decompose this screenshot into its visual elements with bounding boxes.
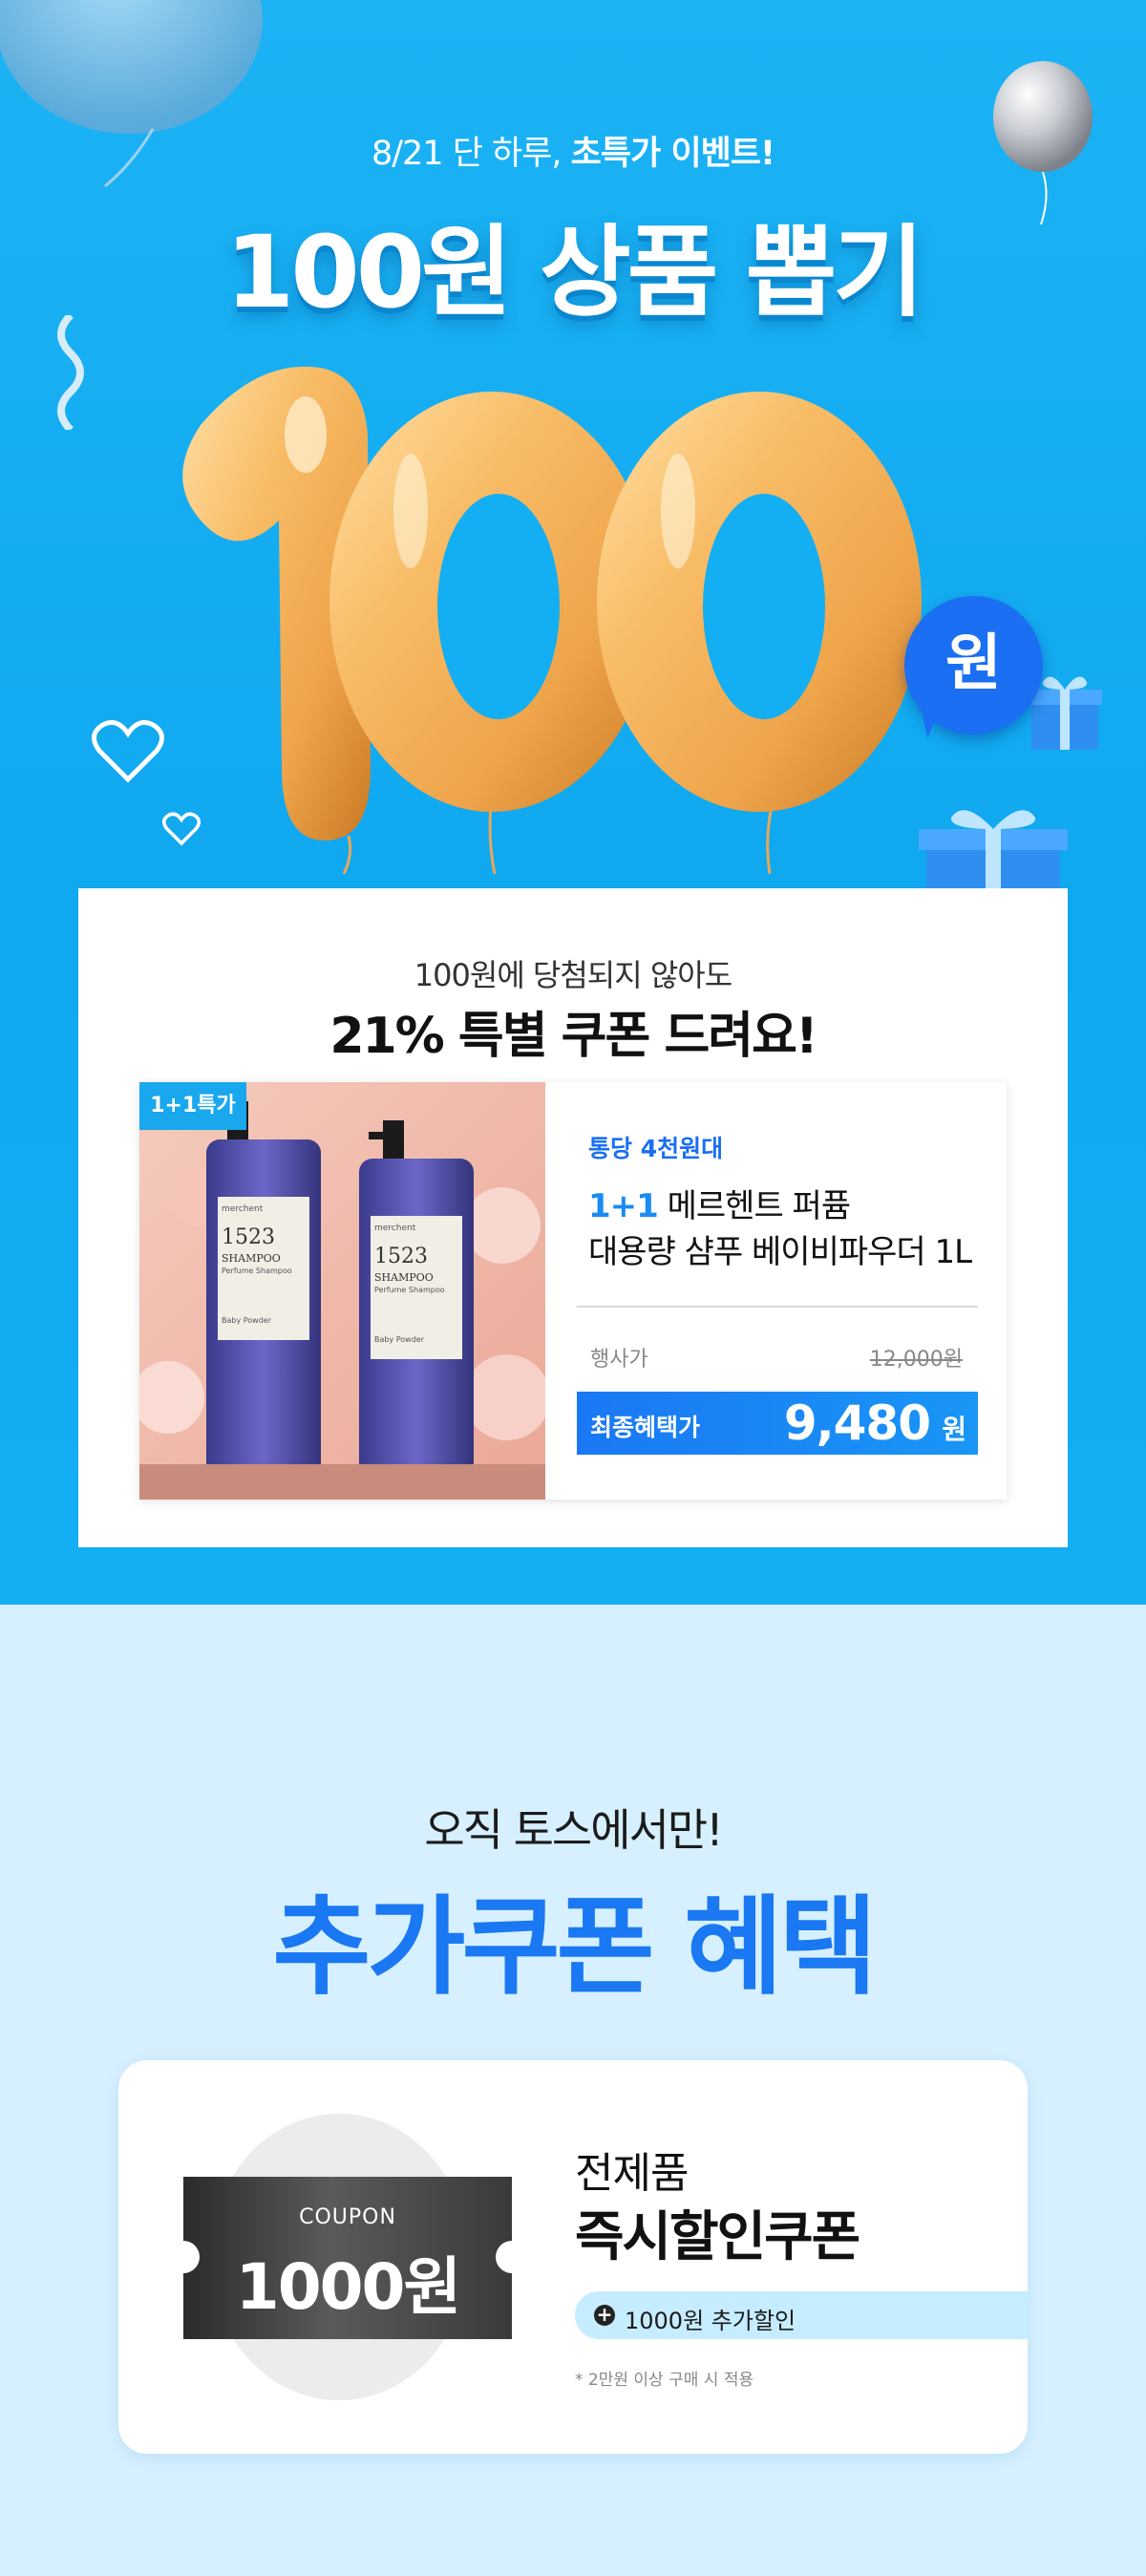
final-price-unit: 원 (942, 1414, 966, 1445)
coupon-label: COUPON (299, 2205, 396, 2229)
product-category: 통당 4천원대 (588, 1135, 724, 1162)
promo-tag: 1+1특가 (139, 1082, 246, 1130)
final-price-value: 9,480 (783, 1395, 931, 1451)
product-item[interactable]: merchent 1523 SHAMPOO Perfume Shampoo Ba… (139, 1082, 1007, 1500)
won-badge: 원 (904, 596, 1043, 734)
card-headline: 21% 특별 쿠폰 드려요! (329, 1008, 817, 1065)
coupon-title: 즉시할인쿠폰 (575, 2206, 860, 2268)
product-name-line1: 1+1 메르헨트 퍼퓸 (588, 1187, 851, 1225)
price-label: 행사가 (590, 1348, 648, 1372)
divider (577, 1306, 978, 1308)
coupon-scope: 전제품 (575, 2149, 689, 2198)
bottle-type-2: SHAMPOO (374, 1271, 434, 1284)
coupon-condition-note: * 2만원 이상 구매 시 적용 (575, 2371, 754, 2390)
bottle-number-2: 1523 (374, 1245, 428, 1268)
balloon-number-100 (124, 358, 1012, 875)
bottle-brand: merchent (222, 1204, 264, 1214)
bottle-type: SHAMPOO (222, 1252, 281, 1265)
coupon-amount: 1000원 (235, 2250, 461, 2324)
extra-discount-text: 1000원 추가할인 (625, 2308, 796, 2334)
bottle-sub-2: Perfume Shampoo (374, 1286, 445, 1294)
bottle-number: 1523 (222, 1225, 275, 1249)
section-title: 추가쿠폰 혜택 (272, 1885, 877, 2010)
section-subtitle: 오직 토스에서만! (424, 1804, 723, 1856)
event-title: 100원 상품 뽑기 (225, 214, 924, 330)
final-price-bar: 최종혜택가 9,480 원 (577, 1392, 978, 1455)
bottle-scent: Baby Powder (222, 1316, 272, 1325)
card-lead-text: 100원에 당첨되지 않아도 (414, 957, 732, 993)
coupon-ticket: COUPON 1000원 (167, 2177, 528, 2339)
extra-coupon-section: 오직 토스에서만! 추가쿠폰 혜택 COUPON 1000원 전제품 즉시할인쿠… (0, 1605, 1146, 2576)
final-price-label: 최종혜택가 (590, 1414, 701, 1441)
product-info: 통당 4천원대 1+1 메르헨트 퍼퓸 대용량 샴푸 베이비파우더 1L 행사가… (577, 1082, 978, 1500)
product-name-line2: 대용량 샴푸 베이비파우더 1L (588, 1233, 972, 1271)
extra-discount-pill: + 1000원 추가할인 (575, 2291, 1028, 2339)
coupon-card[interactable]: COUPON 1000원 전제품 즉시할인쿠폰 + 1000원 추가할인 * 2… (118, 2060, 1028, 2454)
product-card-panel: 100원에 당첨되지 않아도 21% 특별 쿠폰 드려요! merchent 1… (78, 888, 1068, 1547)
product-image: merchent 1523 SHAMPOO Perfume Shampoo Ba… (139, 1082, 545, 1500)
hero-banner: 8/21 단 하루, 초특가 이벤트! 100원 상품 뽑기 원 100원에 당… (0, 0, 1146, 1605)
event-subtitle: 8/21 단 하루, 초특가 이벤트! (371, 135, 775, 173)
bottle-sub: Perfume Shampoo (222, 1267, 292, 1275)
plus-icon: + (594, 2305, 615, 2326)
bottle-brand-2: merchent (374, 1224, 416, 1233)
bottle-scent-2: Baby Powder (374, 1335, 425, 1344)
original-price: 12,000원 (869, 1348, 963, 1372)
